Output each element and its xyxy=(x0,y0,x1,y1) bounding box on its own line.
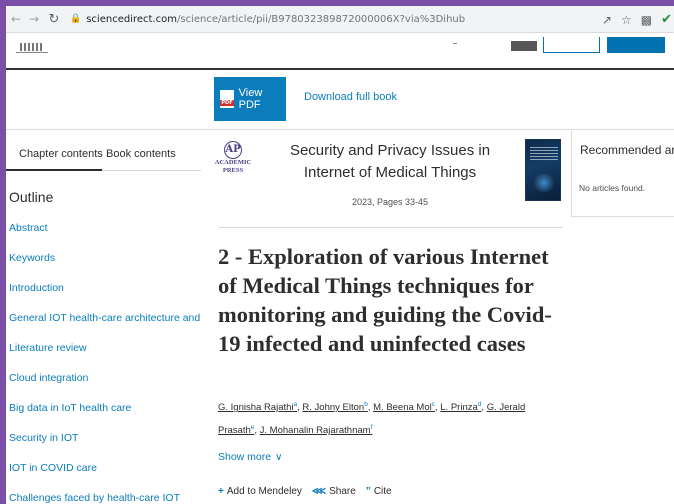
tab-chapter-contents[interactable]: Chapter contents xyxy=(19,148,103,160)
author-name: L. Prinza xyxy=(440,402,478,414)
author-link[interactable]: J. Mohanalin Rajarathnamf xyxy=(259,424,373,437)
outline-item-literature-review[interactable]: Literature review xyxy=(9,342,201,372)
recommended-title: Recommended articles xyxy=(580,143,674,157)
outline-item-abstract[interactable]: Abstract xyxy=(9,222,201,252)
book-meta: 2023, Pages 33-45 xyxy=(351,197,429,207)
outline-item-covid-care[interactable]: IOT in COVID care xyxy=(9,462,201,492)
tab-book-contents[interactable]: Book contents xyxy=(106,148,176,160)
share-button[interactable]: ⋘ Share xyxy=(312,486,356,497)
active-tab-indicator xyxy=(6,169,102,171)
site-header xyxy=(6,33,674,70)
author-link[interactable]: L. Prinzad xyxy=(440,401,482,414)
cite-button[interactable]: ” Cite xyxy=(366,486,392,497)
back-icon[interactable]: ← xyxy=(8,12,24,26)
header-filled-button[interactable] xyxy=(607,37,665,53)
outline-title: Outline xyxy=(9,189,54,205)
site-logo[interactable] xyxy=(16,41,48,53)
recommended-empty-message: No articles found. xyxy=(579,183,646,193)
author-list: G. Ignisha Rajathia, R. Johny Eltonb, M.… xyxy=(218,401,526,437)
url-path: /science/article/pii/B978032389872000006… xyxy=(176,13,466,25)
author-name: R. Johny Elton xyxy=(302,402,365,414)
mendeley-label: Add to Mendeley xyxy=(226,486,302,497)
check-icon[interactable]: ✔ xyxy=(661,12,672,27)
outline-item-cloud-integration[interactable]: Cloud integration xyxy=(9,372,201,402)
sidebar: Chapter contents Book contents Outline A… xyxy=(6,131,201,504)
outline-item-big-data[interactable]: Big data in IoT health care xyxy=(9,402,201,432)
browser-window: ← → ↻ 🔒 sciencedirect.com/science/articl… xyxy=(6,6,674,504)
url-host: sciencedirect.com xyxy=(86,13,177,25)
book-title[interactable]: Security and Privacy Issues in Internet … xyxy=(265,140,515,184)
sidebar-tabs: Chapter contents Book contents xyxy=(6,131,201,171)
author-affiliation: b xyxy=(364,401,368,408)
outline-item-introduction[interactable]: Introduction xyxy=(9,282,201,312)
share-icon: ⋘ xyxy=(311,486,327,497)
plus-icon: + xyxy=(218,486,224,497)
article-toolbar: View PDF Download full book xyxy=(6,70,674,130)
url-field[interactable]: sciencedirect.com/science/article/pii/B9… xyxy=(86,14,465,25)
publisher-logo[interactable]: AP ACADEMIC PRESS xyxy=(213,139,253,175)
outline-list: Abstract Keywords Introduction General I… xyxy=(9,222,201,504)
add-to-mendeley-button[interactable]: + Add to Mendeley xyxy=(218,486,302,497)
header-outline-button[interactable] xyxy=(543,37,600,53)
lock-icon[interactable]: 🔒 xyxy=(70,14,81,24)
chevron-down-icon: ∨ xyxy=(275,452,283,463)
outline-item-keywords[interactable]: Keywords xyxy=(9,252,201,282)
divider xyxy=(219,227,563,228)
author-link[interactable]: M. Beena Molc xyxy=(373,401,435,414)
recommended-articles-panel: Recommended articles No articles found. xyxy=(571,131,674,217)
academic-press-glyph: AP xyxy=(224,141,242,159)
share-icon[interactable]: ↗ xyxy=(602,13,612,27)
article-actions: + Add to Mendeley ⋘ Share ” Cite xyxy=(218,486,392,497)
author-name: M. Beena Mol xyxy=(373,402,432,414)
extension-icon[interactable]: ▩ xyxy=(641,13,652,27)
chapter-title: 2 - Exploration of various Internet of M… xyxy=(218,244,552,356)
book-cover-image[interactable] xyxy=(525,139,561,201)
outline-item-architecture[interactable]: General IOT health-care architecture and… xyxy=(9,312,201,342)
reload-icon[interactable]: ↻ xyxy=(46,12,62,27)
author-name: J. Mohanalin Rajarathnam xyxy=(259,425,371,437)
share-label: Share xyxy=(329,486,356,497)
header-divider xyxy=(453,43,457,44)
author-affiliation: e xyxy=(250,424,255,432)
publisher-name-line1: ACADEMIC xyxy=(214,159,252,166)
author-affiliation: c xyxy=(431,401,435,408)
address-bar: ← → ↻ 🔒 sciencedirect.com/science/articl… xyxy=(6,6,674,33)
author-link[interactable]: R. Johny Eltonb xyxy=(302,401,368,414)
view-pdf-button[interactable]: View PDF xyxy=(214,77,286,121)
article-main: AP ACADEMIC PRESS Security and Privacy I… xyxy=(213,131,563,504)
author-link[interactable]: G. Ignisha Rajathia xyxy=(218,401,298,414)
address-bar-actions: ↗ ☆ ▩ ✔ xyxy=(602,6,674,33)
cite-label: Cite xyxy=(373,486,392,497)
download-full-book-link[interactable]: Download full book xyxy=(304,91,397,103)
publisher-name-line2: PRESS xyxy=(222,167,244,174)
header-icon-box[interactable] xyxy=(511,41,537,51)
quote-icon: ” xyxy=(365,486,371,497)
forward-icon[interactable]: → xyxy=(26,12,42,26)
view-pdf-label: View PDF xyxy=(238,87,263,111)
outline-item-security[interactable]: Security in IOT xyxy=(9,432,201,462)
show-more-label: Show more xyxy=(218,451,272,463)
star-icon[interactable]: ☆ xyxy=(621,13,632,27)
author-affiliation: d xyxy=(477,401,482,408)
pdf-icon xyxy=(220,90,234,108)
author-affiliation: f xyxy=(370,424,373,432)
author-affiliation: a xyxy=(293,401,298,408)
show-more-button[interactable]: Show more ∨ xyxy=(218,451,282,463)
author-name: G. Ignisha Rajathi xyxy=(218,402,294,414)
outline-item-challenges[interactable]: Challenges faced by health-care IOT xyxy=(9,492,201,504)
